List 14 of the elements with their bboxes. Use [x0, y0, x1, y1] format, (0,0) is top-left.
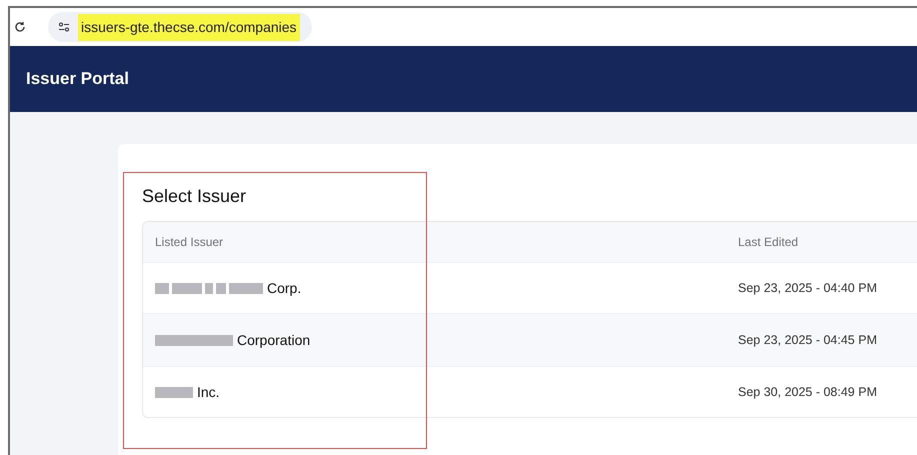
column-header: Listed Issuer — [154, 234, 224, 251]
redacted-name — [155, 386, 193, 398]
issuer-name[interactable]: Corp. — [267, 278, 302, 298]
issuer-name[interactable]: Inc. — [197, 382, 220, 402]
last-edited-date: Sep 23, 2025 - 04:45 PM — [738, 332, 877, 349]
issuer-name[interactable]: Corporation — [237, 330, 310, 350]
column-header: Last Edited — [738, 234, 798, 251]
portal-title: Issuer Portal — [26, 68, 129, 90]
last-edited-date: Sep 30, 2025 - 08:49 PM — [738, 384, 877, 401]
site-settings-icon[interactable] — [58, 22, 70, 32]
card-title: Select Issuer — [142, 185, 248, 208]
url-field[interactable]: issuers-gte.thecse.com/companies — [78, 14, 300, 40]
last-edited-date: Sep 23, 2025 - 04:40 PM — [738, 280, 877, 297]
reload-icon[interactable] — [14, 21, 26, 33]
